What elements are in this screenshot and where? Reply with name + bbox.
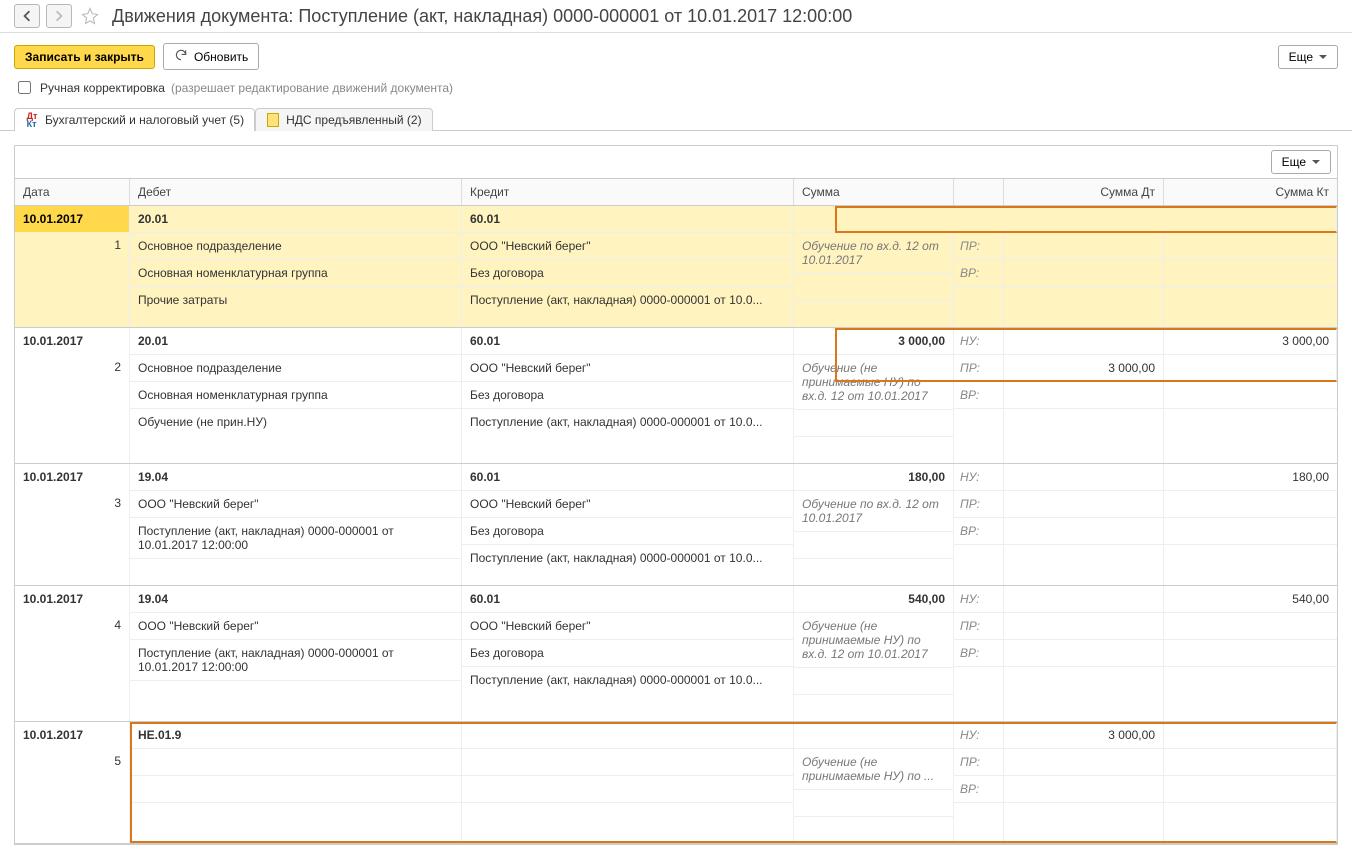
table-row[interactable]: 10.01.2017419.04ООО "Невский берег"Посту… [15,586,1337,722]
debit-cell: 19.04ООО "Невский берег"Поступление (акт… [130,586,462,721]
credit-cell: 60.01ООО "Невский берег"Без договораПост… [462,586,794,721]
table-row[interactable]: 10.01.2017120.01Основное подразделениеОс… [15,206,1337,328]
tab-label: Бухгалтерский и налоговый учет (5) [45,113,244,127]
sumkt-cell: 1 000,00 [1164,206,1337,327]
entry-date: 10.01.2017 [15,328,129,354]
entries-table: Еще Дата Дебет Кредит Сумма Сумма Дт Сум… [14,145,1338,845]
entry-date: 10.01.2017 [15,586,129,612]
debit-cell: 20.01Основное подразделениеОсновная номе… [130,328,462,463]
col-debit: Дебет [130,179,462,205]
credit-cell: 60.01ООО "Невский берег"Без договораПост… [462,464,794,585]
table-header: Дата Дебет Кредит Сумма Сумма Дт Сумма К… [15,179,1337,206]
sumkt-cell: 3 000,00 [1164,328,1337,463]
entry-number: 4 [15,612,129,638]
sumdt-cell [1004,586,1164,721]
credit-cell [462,722,794,843]
more-button-table[interactable]: Еще [1271,150,1331,174]
back-button[interactable] [14,4,40,28]
table-row[interactable]: 10.01.20175НЕ.01.9 Обучение (не принимае… [15,722,1337,844]
col-sumdt: Сумма Дт [1004,179,1164,205]
dt-kt-icon: ДтКт [25,113,39,127]
tab-1[interactable]: НДС предъявленный (2) [255,108,432,131]
manual-edit-label: Ручная корректировка [40,81,165,95]
col-date: Дата [15,179,130,205]
credit-cell: 60.01ООО "Невский берег"Без договораПост… [462,328,794,463]
col-taglabel [954,179,1004,205]
sumdt-cell: 3 000,00 [1004,722,1164,843]
entry-number: 5 [15,748,129,774]
labels-cell: НУ:ПР:ВР: [954,586,1004,721]
labels-cell: НУ:ПР:ВР: [954,722,1004,843]
tabs-container: ДтКт Бухгалтерский и налоговый учет (5) НД… [0,107,1352,131]
document-icon [266,113,280,127]
table-row[interactable]: 10.01.2017319.04ООО "Невский берег"Посту… [15,464,1337,586]
save-close-button[interactable]: Записать и закрыть [14,45,155,69]
sum-cell: Обучение (не принимаемые НУ) по ... [794,722,954,843]
debit-cell: НЕ.01.9 [130,722,462,843]
credit-cell: 60.01ООО "Невский берег"Без договораПост… [462,206,794,327]
tab-label: НДС предъявленный (2) [286,113,421,127]
sumkt-cell: 180,00 [1164,464,1337,585]
table-row[interactable]: 10.01.2017220.01Основное подразделениеОс… [15,328,1337,464]
sumkt-cell [1164,722,1337,843]
labels-cell: НУ:ПР:ВР: [954,328,1004,463]
sum-cell: 180,00Обучение по вх.д. 12 от 10.01.2017 [794,464,954,585]
labels-cell: НУ:ПР:ВР: [954,464,1004,585]
refresh-icon [174,48,188,65]
refresh-button[interactable]: Обновить [163,43,259,70]
manual-edit-checkbox[interactable] [18,81,31,94]
tab-0[interactable]: ДтКт Бухгалтерский и налоговый учет (5) [14,108,255,131]
sum-cell: 3 000,00Обучение (не принимаемые НУ) по … [794,328,954,463]
sumdt-cell: 3 000,00 [1004,328,1164,463]
more-button-top[interactable]: Еще [1278,45,1338,69]
entry-date: 10.01.2017 [15,722,129,748]
debit-cell: 19.04ООО "Невский берег"Поступление (акт… [130,464,462,585]
entry-number: 1 [15,232,129,258]
chevron-down-icon [1319,55,1327,59]
labels-cell: НУ:ПР:ВР: [954,206,1004,327]
col-sumkt: Сумма Кт [1164,179,1337,205]
col-sum: Сумма [794,179,954,205]
favorite-icon[interactable] [78,4,102,28]
sumdt-cell: 1 000,00 [1004,206,1164,327]
manual-edit-hint: (разрешает редактирование движений докум… [171,81,453,95]
sumkt-cell: 540,00 [1164,586,1337,721]
forward-button[interactable] [46,4,72,28]
sumdt-cell [1004,464,1164,585]
chevron-down-icon [1312,160,1320,164]
entry-number: 3 [15,490,129,516]
sum-cell: 540,00Обучение (не принимаемые НУ) по вх… [794,586,954,721]
entry-date: 10.01.2017 [15,206,129,232]
entry-number: 2 [15,354,129,380]
col-credit: Кредит [462,179,794,205]
entry-date: 10.01.2017 [15,464,129,490]
sum-cell: 1 000,00Обучение по вх.д. 12 от 10.01.20… [794,206,954,327]
debit-cell: 20.01Основное подразделениеОсновная номе… [130,206,462,327]
page-title: Движения документа: Поступление (акт, на… [112,6,852,27]
